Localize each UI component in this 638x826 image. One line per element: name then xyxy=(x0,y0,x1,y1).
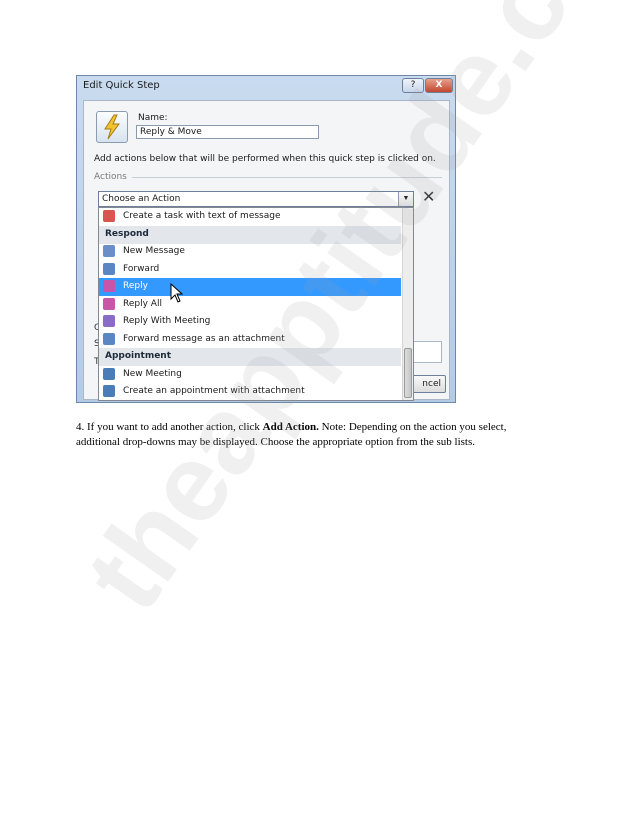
forward-attachment-icon xyxy=(103,332,115,345)
mouse-pointer-icon xyxy=(170,283,184,303)
dropdown-item-label: Reply xyxy=(123,281,148,291)
dropdown-item[interactable]: Forward xyxy=(99,261,401,279)
dropdown-item[interactable]: Forward message as an attachment xyxy=(99,331,401,349)
dropdown-item-label: Forward xyxy=(123,263,160,274)
reply-all-icon xyxy=(103,297,115,310)
chevron-down-icon[interactable]: ▼ xyxy=(398,192,413,206)
dropdown-item[interactable]: Reply xyxy=(99,278,401,296)
lightning-icon[interactable] xyxy=(96,111,128,143)
reply-icon xyxy=(103,280,115,292)
delete-action-icon[interactable]: ✕ xyxy=(422,187,435,206)
instructions-text: Add actions below that will be performed… xyxy=(94,154,436,164)
combo-value: Choose an Action xyxy=(102,194,181,204)
group-header-label: Appointment xyxy=(105,351,172,361)
reply-meeting-icon xyxy=(103,315,115,327)
dropdown-item[interactable]: New Meeting xyxy=(99,366,401,384)
step-text-intro: 4. If you want to add another action, cl… xyxy=(76,421,263,433)
instruction-paragraph: 4. If you want to add another action, cl… xyxy=(76,420,546,450)
name-input[interactable]: Reply & Move xyxy=(136,125,319,139)
task-icon xyxy=(103,210,115,222)
title-bar: Edit Quick Step ? X xyxy=(77,76,455,98)
group-header-label: Respond xyxy=(105,228,149,239)
dropdown-item[interactable]: Create a task with text of message xyxy=(99,208,401,226)
meeting-icon xyxy=(103,367,115,380)
dropdown-item-label: Reply All xyxy=(123,298,162,309)
forward-icon xyxy=(103,262,115,275)
close-button[interactable]: X xyxy=(425,78,453,93)
dropdown-item[interactable]: Reply With Meeting xyxy=(99,313,401,331)
dropdown-item[interactable]: Reply All xyxy=(99,296,401,314)
dropdown-item[interactable]: Create an appointment with attachment xyxy=(99,383,401,400)
add-action-emphasis: Add Action. xyxy=(262,421,319,433)
actions-section-label: Actions xyxy=(94,172,127,182)
dropdown-item-label: Forward message as an attachment xyxy=(123,333,285,344)
name-label: Name: xyxy=(138,113,168,123)
dropdown-item[interactable]: New Message xyxy=(99,243,401,261)
dialog-body: Name: Reply & Move Add actions below tha… xyxy=(83,100,450,401)
dropdown-group-header: Appointment xyxy=(99,348,401,366)
dropdown-item-label: Create an appointment with attachment xyxy=(123,386,305,396)
section-divider xyxy=(132,177,442,178)
dropdown-scrollbar[interactable] xyxy=(402,208,413,400)
new-message-icon xyxy=(103,245,115,257)
dropdown-item-label: New Meeting xyxy=(123,368,182,379)
scrollbar-thumb[interactable] xyxy=(404,348,412,398)
choose-action-combobox[interactable]: Choose an Action ▼ xyxy=(98,191,414,207)
dropdown-item-label: Reply With Meeting xyxy=(123,316,211,326)
help-button[interactable]: ? xyxy=(402,78,424,93)
dropdown-item-label: New Message xyxy=(123,246,185,256)
calendar-icon xyxy=(103,385,115,397)
edit-quick-step-dialog: Edit Quick Step ? X Name: Reply & Move A… xyxy=(76,75,456,403)
dialog-title: Edit Quick Step xyxy=(83,80,160,91)
dropdown-group-header: Respond xyxy=(99,225,401,244)
dropdown-item-label: Create a task with text of message xyxy=(123,211,281,221)
action-dropdown-list[interactable]: Create an appointment with attachment New… xyxy=(98,207,414,401)
